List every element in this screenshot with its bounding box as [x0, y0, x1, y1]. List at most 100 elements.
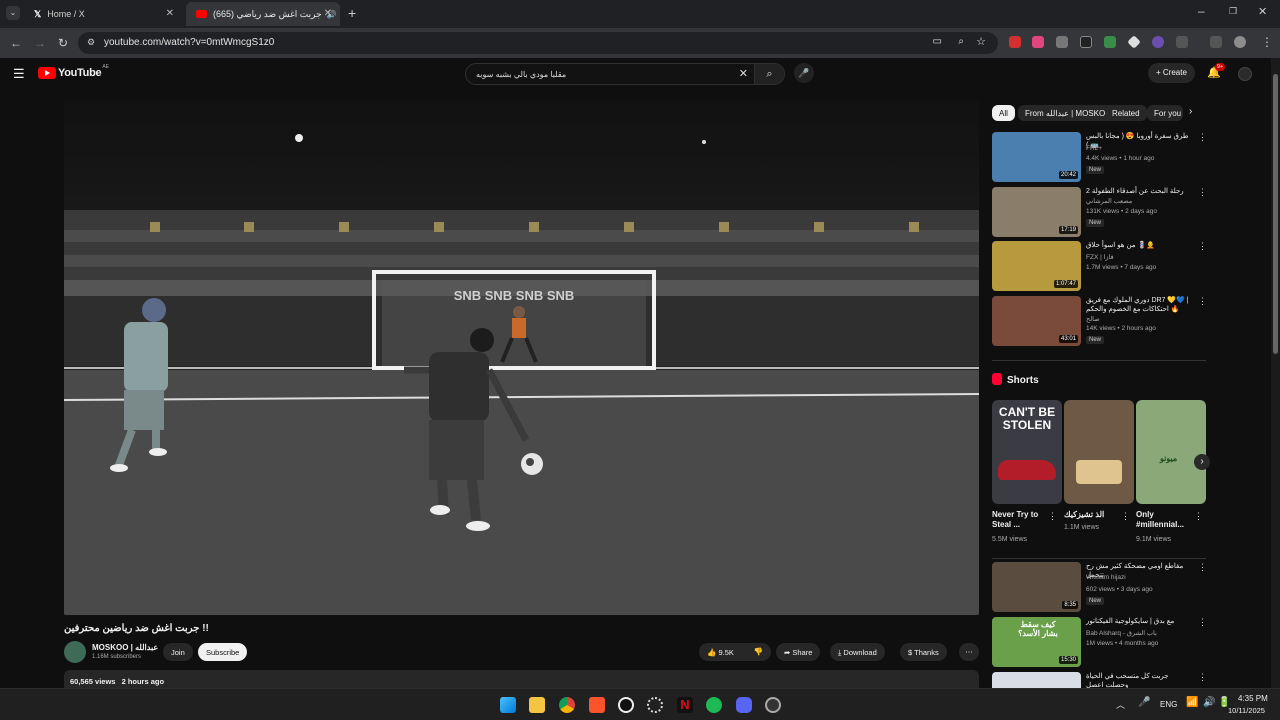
more-options-icon[interactable]: ⋮: [1198, 617, 1207, 628]
youtube-logo[interactable]: YouTube AE: [38, 64, 109, 79]
guide-menu-icon[interactable]: ☰: [13, 66, 25, 82]
discord-icon[interactable]: [736, 697, 752, 713]
account-avatar[interactable]: [1238, 67, 1252, 81]
channel-avatar[interactable]: [64, 641, 86, 663]
short-thumbnail[interactable]: [1064, 400, 1134, 504]
system-tray-chevron-icon[interactable]: ︿: [1116, 698, 1125, 711]
recommendation-item[interactable]: 43:01 دوري الملوك مع فريق DR7 💛💙 | احتكا…: [992, 296, 1207, 348]
chip-from-channel[interactable]: From عبدالله | MOSKOO: [1018, 105, 1119, 121]
video-thumbnail: 1:07:47: [992, 241, 1081, 291]
short-thumbnail[interactable]: ميوتو: [1136, 400, 1206, 504]
reload-icon[interactable]: ↻: [58, 36, 68, 50]
extension-d-icon[interactable]: [1080, 36, 1092, 48]
brave-icon[interactable]: [589, 697, 605, 713]
tab-search-dropdown-icon[interactable]: ⌄: [6, 6, 20, 20]
site-info-icon[interactable]: ⚙: [87, 37, 95, 48]
more-options-icon[interactable]: ⋮: [1198, 562, 1207, 573]
reading-list-icon[interactable]: [1210, 36, 1222, 48]
recommendation-item[interactable]: 20:42 طرق سفرة أوروبا 😍 ( مجانا بالبس 🚌 …: [992, 132, 1207, 184]
like-button[interactable]: 👍 9.5K: [707, 648, 734, 657]
join-button[interactable]: Join: [163, 643, 193, 661]
short-title[interactable]: Only #millennial...: [1136, 510, 1196, 530]
chips-next-icon[interactable]: ›: [1189, 106, 1192, 117]
extension-grid-icon[interactable]: [1056, 36, 1068, 48]
more-options-icon[interactable]: ⋮: [1198, 241, 1207, 252]
clock-time[interactable]: 4:35 PM: [1238, 694, 1268, 703]
profile-avatar[interactable]: [1234, 36, 1246, 48]
zoom-icon[interactable]: ⌕: [958, 36, 964, 47]
recommendation-item[interactable]: 17:19 رحلة البحث عن أصدقاء الطفولة 2 مصع…: [992, 187, 1207, 239]
bookmark-star-icon[interactable]: ☆: [976, 35, 986, 48]
app-g-icon[interactable]: [618, 697, 634, 713]
scrollbar-thumb[interactable]: [1273, 74, 1278, 354]
close-tab-icon[interactable]: ✕: [324, 8, 332, 19]
recommendation-item[interactable]: كيف سقط بشار الأسد؟ 15:30 مع بدق | سايكو…: [992, 617, 1207, 669]
more-options-icon[interactable]: ⋮: [1198, 132, 1207, 143]
thanks-button[interactable]: $ Thanks: [900, 643, 947, 661]
close-window-button[interactable]: ✕: [1258, 5, 1267, 18]
youtube-icon: [196, 10, 207, 18]
voice-search-icon[interactable]: 🎤: [794, 63, 814, 83]
video-player[interactable]: SNB SNB SNB SNB: [64, 100, 979, 615]
shorts-next-icon[interactable]: ›: [1194, 454, 1210, 470]
dislike-icon[interactable]: 👎: [754, 647, 763, 656]
more-actions-button[interactable]: ⋯: [959, 643, 979, 661]
more-options-icon[interactable]: ⋮: [1198, 187, 1207, 198]
recommendation-item[interactable]: 1:07:47 من هو اسوأ حلاق 💈🧑‍🦲 FZX | فازا …: [992, 241, 1207, 293]
netflix-icon[interactable]: N: [677, 697, 693, 713]
close-tab-icon[interactable]: ✕: [166, 8, 174, 19]
short-more-icon[interactable]: ⋮: [1048, 511, 1057, 522]
volume-icon[interactable]: 🔊: [1203, 697, 1215, 708]
new-tab-button[interactable]: +: [348, 5, 356, 21]
chrome-icon[interactable]: [559, 697, 575, 713]
extension-diamond-icon[interactable]: [1127, 35, 1141, 49]
video-duration: 1:07:47: [1053, 280, 1078, 288]
extension-shield-icon[interactable]: [1104, 36, 1116, 48]
section-divider: [992, 360, 1206, 361]
browser-menu-icon[interactable]: ⋮: [1261, 35, 1273, 49]
spotify-icon[interactable]: [706, 697, 722, 713]
minimize-button[interactable]: –: [1198, 4, 1205, 18]
channel-name[interactable]: MOSKOO | عبدالله: [92, 643, 158, 652]
microphone-icon[interactable]: 🎤: [1138, 697, 1150, 708]
windows-start-icon[interactable]: [500, 697, 516, 713]
short-thumbnail[interactable]: CAN'T BE STOLEN: [992, 400, 1062, 504]
chip-related[interactable]: Related: [1105, 105, 1147, 121]
download-button[interactable]: ⤓ Download: [830, 643, 885, 661]
notifications-button[interactable]: 🔔 9+: [1207, 63, 1226, 79]
page-scrollbar[interactable]: [1271, 58, 1280, 688]
recommendation-item[interactable]: 8:35 مقاطع اومي مضحكة كثير مش رح تتحمل W…: [992, 562, 1207, 614]
subscribe-button[interactable]: Subscribe: [198, 643, 248, 661]
chip-all[interactable]: All: [992, 105, 1015, 121]
more-options-icon[interactable]: ⋮: [1198, 296, 1207, 307]
extensions-puzzle-icon[interactable]: [1176, 36, 1188, 48]
back-icon[interactable]: ←: [10, 36, 22, 50]
app-circle-icon[interactable]: [647, 697, 663, 713]
clock-date[interactable]: 10/11/2025: [1228, 706, 1265, 715]
tab-youtube[interactable]: (665) جربت اغش ضد رياضي 🔊 ✕: [186, 2, 340, 26]
restore-button[interactable]: ❐: [1229, 6, 1237, 17]
language-indicator[interactable]: ENG: [1160, 700, 1177, 709]
app-steam-icon[interactable]: [765, 697, 781, 713]
short-title[interactable]: Never Try to Steal ...: [992, 510, 1052, 530]
clear-search-icon[interactable]: ✕: [739, 67, 748, 80]
extension-pink-icon[interactable]: [1032, 36, 1044, 48]
share-button[interactable]: ➦ Share: [776, 643, 821, 661]
tab-home-x[interactable]: 𝕏 Home / X ✕: [24, 2, 182, 26]
short-more-icon[interactable]: ⋮: [1194, 511, 1203, 522]
search-input[interactable]: مقلبا مودي بالي بشبه سوبه ✕ ⌕: [465, 63, 785, 85]
extension-red-icon[interactable]: [1009, 36, 1021, 48]
cast-icon[interactable]: ▭: [933, 36, 942, 47]
chip-for-you[interactable]: For you: [1147, 105, 1183, 121]
wifi-icon[interactable]: 📶: [1186, 697, 1198, 708]
short-title[interactable]: الذ تشيزكيك: [1064, 510, 1124, 520]
create-button[interactable]: + Create: [1148, 63, 1195, 83]
extension-eye-icon[interactable]: [1152, 36, 1164, 48]
file-explorer-icon[interactable]: [529, 697, 545, 713]
forward-icon[interactable]: →: [34, 36, 46, 50]
short-more-icon[interactable]: ⋮: [1121, 511, 1130, 522]
recommendation-item[interactable]: جربت كل متسحب في الحياة وحصلت اعصل ⋮: [992, 672, 1206, 688]
more-options-icon[interactable]: ⋮: [1198, 672, 1206, 683]
search-button[interactable]: ⌕: [754, 64, 784, 84]
url-field[interactable]: ⚙ youtube.com/watch?v=0mtWmcgS1z0 ▭ ⌕ ☆: [78, 32, 998, 54]
